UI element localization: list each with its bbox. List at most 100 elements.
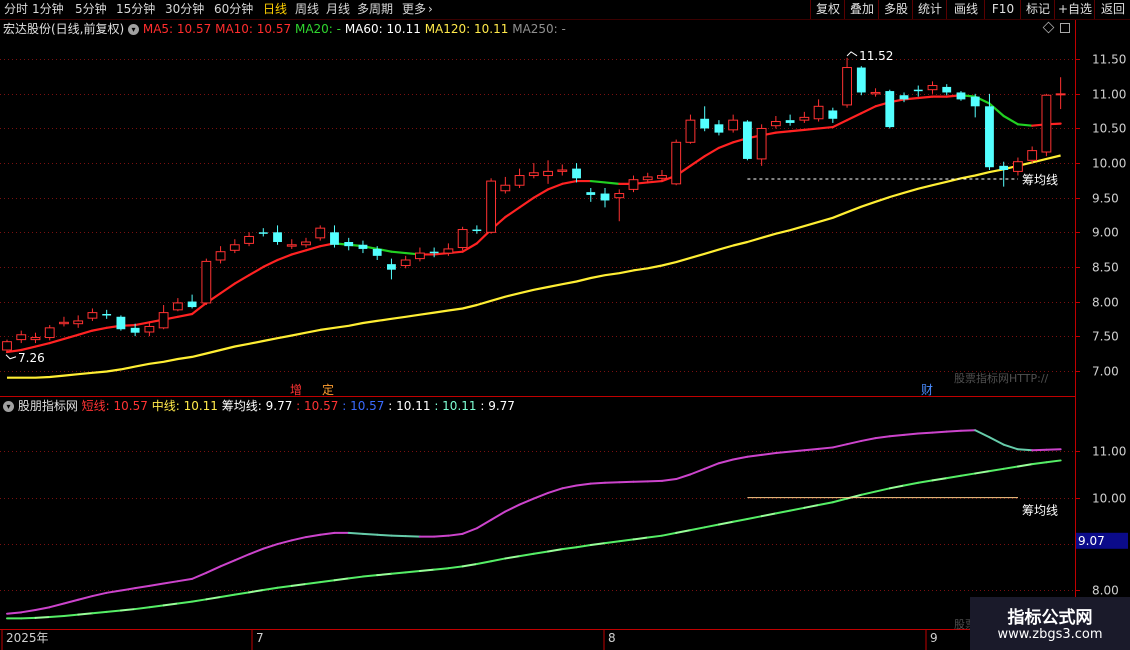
chevron-right-icon[interactable]: ›	[428, 1, 433, 18]
sub-mid-line-segment	[475, 560, 493, 566]
short-line-segment	[703, 146, 721, 158]
short-line-segment	[219, 282, 236, 295]
candle-body-down	[856, 67, 866, 93]
tab-period-more[interactable]: 更多	[402, 1, 426, 18]
candle-body-down	[714, 124, 724, 133]
sub-mid-line-segment	[547, 548, 564, 553]
sub-short-line-segment	[874, 435, 891, 440]
candle-body-up	[30, 337, 41, 341]
kline-chart[interactable]: 11.50 11.00 10.50 10.00 9.50 9.00 8.50 8.00 7.50…	[0, 0, 1130, 650]
candle-body-down	[700, 118, 710, 129]
candle	[927, 81, 938, 94]
sub-mid-line-segment	[917, 479, 934, 484]
sub-mid-line-segment	[561, 546, 578, 551]
candle-body-up	[842, 67, 852, 106]
dropdown-icon[interactable]: ▾	[3, 401, 14, 412]
candle-body-down	[472, 229, 482, 232]
short-line-segment	[1016, 123, 1034, 127]
tab-period-daily[interactable]: 日线	[263, 1, 287, 18]
tab-period-monthly[interactable]: 月线	[326, 1, 350, 18]
sub-mid-line-segment	[860, 490, 877, 496]
back-button[interactable]: 返回	[1094, 0, 1130, 19]
candle-body-up	[486, 180, 497, 233]
sub-short-line-segment	[176, 577, 194, 583]
short-line-segment	[290, 249, 308, 256]
short-line-segment	[917, 95, 934, 100]
multi-stock-button[interactable]: 多股	[878, 0, 913, 19]
sub-short-line-segment	[475, 518, 493, 530]
candle	[999, 161, 1009, 187]
mark-button[interactable]: 标记	[1020, 0, 1055, 19]
event-tag-fixed[interactable]: 定	[322, 381, 334, 398]
short-line-segment	[77, 329, 94, 336]
candle	[728, 114, 739, 133]
draw-line-button[interactable]: 画线	[946, 0, 985, 19]
sub-mid-line-segment	[233, 591, 251, 596]
candle-body-down	[344, 242, 354, 247]
sub-short-line-segment	[561, 484, 578, 490]
candle	[742, 120, 752, 161]
sub-short-line-segment	[461, 527, 478, 535]
sub-mid-line-segment	[162, 602, 179, 607]
statistics-button[interactable]: 统计	[912, 0, 947, 19]
sub-mid-line-segment	[959, 472, 977, 477]
candle-body-down	[999, 165, 1009, 170]
add-favorite-button[interactable]: +自选	[1054, 0, 1095, 19]
sub-short-line-segment	[974, 429, 991, 439]
tab-period-weekly[interactable]: 周线	[295, 1, 319, 18]
brand-url: www.zbgs3.com	[997, 627, 1103, 642]
brand-watermark: 指标公式网 www.zbgs3.com	[970, 597, 1130, 650]
tab-period-5min[interactable]: 5分钟	[75, 1, 107, 18]
sub-mid-line-segment	[589, 542, 607, 546]
value-label: : 10.11	[388, 399, 431, 413]
tab-period-15min[interactable]: 15分钟	[116, 1, 155, 18]
y-tick-label: 11.00	[1092, 445, 1126, 459]
candle-body-down	[273, 232, 282, 242]
sub-short-line-segment	[205, 565, 222, 574]
tab-period-60min[interactable]: 60分钟	[214, 1, 253, 18]
candle-body-down	[130, 327, 140, 333]
event-tag-increase[interactable]: 增	[290, 381, 302, 398]
candle	[301, 237, 311, 248]
sub-mid-line-segment	[176, 600, 194, 605]
y-tick-label: 11.50	[1092, 53, 1126, 67]
sub-mid-line-segment	[646, 534, 663, 539]
sub-mid-line-segment	[675, 529, 692, 534]
tab-period-1min[interactable]: 1分钟	[32, 1, 64, 18]
tab-period-30min[interactable]: 30分钟	[165, 1, 204, 18]
sub-short-line-segment	[931, 430, 948, 434]
dropdown-icon[interactable]: ▾	[128, 24, 140, 35]
short-line-segment	[176, 312, 194, 318]
ma60-label: MA60: 10.11	[344, 22, 421, 36]
event-tag-finance[interactable]: 财	[921, 381, 933, 398]
short-line-segment	[546, 182, 564, 191]
square-icon[interactable]	[1060, 23, 1070, 33]
candle	[158, 305, 169, 330]
candle	[16, 330, 27, 344]
period-toolbar: 分时 1分钟 5分钟 15分钟 30分钟 60分钟 日线 周线 月线 多周期 更…	[0, 0, 1130, 20]
short-line-segment	[134, 321, 151, 327]
tab-period-multi[interactable]: 多周期	[357, 1, 393, 18]
tab-period-fenshi[interactable]: 分时	[4, 1, 28, 18]
short-line-segment	[860, 105, 877, 115]
candle	[387, 258, 396, 280]
candle-body-up	[642, 176, 653, 181]
sub-mid-line-segment	[62, 613, 80, 618]
f10-button[interactable]: F10	[984, 0, 1021, 19]
sub-short-line-segment	[988, 436, 1005, 446]
sub-mid-line-segment	[945, 474, 962, 480]
y-tick-label: 7.50	[1092, 330, 1119, 344]
overlay-button[interactable]: 叠加	[844, 0, 879, 19]
candle	[685, 114, 696, 144]
sub-mid-line-segment	[817, 501, 834, 507]
candle-body-up	[1041, 94, 1052, 153]
candle-body-up	[813, 105, 824, 120]
sub-short-line-segment	[91, 591, 108, 598]
sub-short-line-segment	[945, 429, 962, 433]
sub-mid-line-segment	[48, 615, 65, 618]
indicator-name[interactable]: 股朋指标网	[18, 399, 78, 413]
y-tick-label: 11.00	[1092, 88, 1126, 102]
sub-mid-line-segment	[789, 506, 806, 512]
restore-rights-button[interactable]: 复权	[810, 0, 845, 19]
stock-title[interactable]: 宏达股份(日线,前复权)	[3, 22, 124, 36]
